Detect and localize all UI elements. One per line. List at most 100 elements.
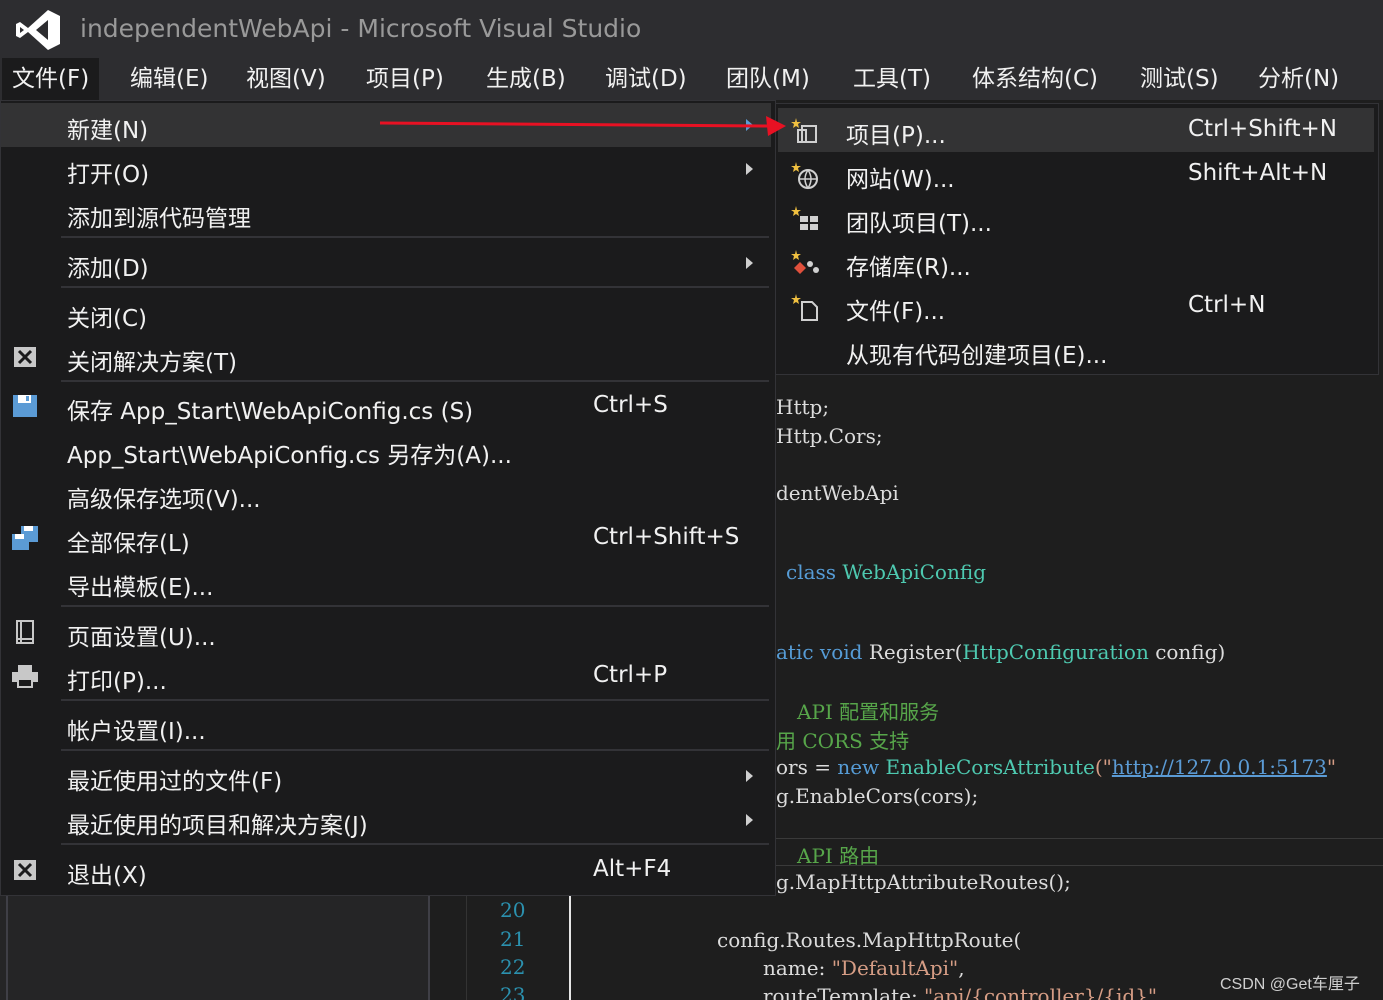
code-string: "DefaultApi" xyxy=(831,956,959,980)
menu-item-recent-projects[interactable]: 最近使用的项目和解决方案(J) xyxy=(1,798,771,842)
menu-debug[interactable]: 调试(D) xyxy=(595,58,697,100)
menu-item-print[interactable]: 打印(P)... Ctrl+P xyxy=(1,654,771,698)
code-text: name: xyxy=(763,956,832,980)
code-string: " xyxy=(1326,755,1337,779)
code-line[interactable]: config.Routes.MapHttpRoute( xyxy=(717,928,1021,952)
new-file-icon xyxy=(791,294,818,321)
submenu-arrow-icon xyxy=(746,770,753,782)
annotation-arrow-icon xyxy=(379,116,786,136)
code-comment[interactable]: API 配置和服务 xyxy=(797,696,939,725)
submenu-item-new-repository[interactable]: 存储库(R)... xyxy=(778,240,1374,284)
code-text: routeTemplate: xyxy=(763,984,925,1000)
code-line[interactable]: g.EnableCors(cors); xyxy=(776,784,978,808)
menu-bar: 文件(F) 编辑(E) 视图(V) 项目(P) 生成(B) 调试(D) 团队(M… xyxy=(0,58,1383,100)
menu-item-label: 从现有代码创建项目(E)... xyxy=(846,343,1108,369)
menu-separator xyxy=(61,699,769,701)
code-type: WebApiConfig xyxy=(842,560,986,584)
menu-item-close-solution[interactable]: 关闭解决方案(T) xyxy=(1,335,771,379)
code-text: ors = xyxy=(776,755,838,779)
code-line[interactable]: atic void Register(HttpConfiguration con… xyxy=(776,640,1225,664)
code-line[interactable]: Http; xyxy=(776,395,829,419)
close-solution-icon xyxy=(14,347,36,367)
menu-item-add[interactable]: 添加(D) xyxy=(1,241,771,285)
menu-item-account-settings[interactable]: 帐户设置(I)... xyxy=(1,704,771,748)
menu-item-shortcut: Ctrl+S xyxy=(593,392,668,418)
file-menu-dropdown: 新建(N) 打开(O) 添加到源代码管理 添加(D) 关闭(C) 关闭解决方案(… xyxy=(0,100,776,896)
menu-item-recent-files[interactable]: 最近使用过的文件(F) xyxy=(1,754,771,798)
menu-item-label: 关闭解决方案(T) xyxy=(67,350,237,376)
code-comment[interactable]: 用 CORS 支持 xyxy=(776,725,909,754)
menu-item-label: 团队项目(T)... xyxy=(846,211,992,237)
submenu-arrow-icon xyxy=(746,257,753,269)
menu-item-export-template[interactable]: 导出模板(E)... xyxy=(1,560,771,604)
menu-item-label: 帐户设置(I)... xyxy=(67,719,206,745)
menu-item-label: 项目(P)... xyxy=(846,123,946,149)
visual-studio-logo-icon xyxy=(16,10,60,50)
menu-architecture[interactable]: 体系结构(C) xyxy=(962,58,1108,100)
new-submenu: 项目(P)... Ctrl+Shift+N 网站(W)... Shift+Alt… xyxy=(775,103,1379,375)
menu-file[interactable]: 文件(F) xyxy=(2,58,100,100)
menu-project[interactable]: 项目(P) xyxy=(356,58,454,100)
menu-analyze[interactable]: 分析(N) xyxy=(1248,58,1349,100)
exit-icon xyxy=(14,860,36,880)
menu-item-label: 最近使用的项目和解决方案(J) xyxy=(67,813,368,839)
code-url[interactable]: http://127.0.0.1:5173 xyxy=(1112,755,1327,779)
menu-item-save-all[interactable]: 全部保存(L) Ctrl+Shift+S xyxy=(1,516,771,560)
menu-separator xyxy=(61,380,769,382)
code-line[interactable]: Http.Cors; xyxy=(776,424,883,448)
code-line[interactable]: dentWebApi xyxy=(776,481,899,505)
code-text: Http; xyxy=(776,395,830,419)
print-icon xyxy=(12,665,38,688)
menu-item-label: 网站(W)... xyxy=(846,167,955,193)
window-title: independentWebApi - Microsoft Visual Stu… xyxy=(80,14,642,43)
menu-separator xyxy=(61,286,769,288)
menu-view[interactable]: 视图(V) xyxy=(236,58,336,100)
menu-item-shortcut: Alt+F4 xyxy=(593,856,672,882)
menu-tools[interactable]: 工具(T) xyxy=(843,58,941,100)
menu-item-close[interactable]: 关闭(C) xyxy=(1,291,771,335)
code-line[interactable]: ors = new EnableCorsAttribute("http://12… xyxy=(776,755,1336,779)
menu-item-add-to-source-control[interactable]: 添加到源代码管理 xyxy=(1,191,771,235)
menu-item-open[interactable]: 打开(O) xyxy=(1,147,771,191)
menu-item-shortcut: Ctrl+N xyxy=(1188,292,1266,318)
menu-item-label: 退出(X) xyxy=(67,863,147,889)
code-text: Register( xyxy=(868,640,963,664)
submenu-item-project-from-existing-code[interactable]: 从现有代码创建项目(E)... xyxy=(778,328,1374,372)
menu-item-page-setup[interactable]: 页面设置(U)... xyxy=(1,610,771,654)
menu-item-save[interactable]: 保存 App_Start\WebApiConfig.cs (S) Ctrl+S xyxy=(1,384,771,428)
submenu-item-new-project[interactable]: 项目(P)... Ctrl+Shift+N xyxy=(778,108,1374,152)
code-text: Http.Cors; xyxy=(776,424,883,448)
menu-item-label: 新建(N) xyxy=(67,118,149,144)
code-keyword: atic xyxy=(776,640,814,664)
solution-panel xyxy=(0,895,430,1000)
new-team-project-icon xyxy=(791,206,818,230)
menu-separator xyxy=(61,843,769,845)
code-keyword: class xyxy=(786,560,837,584)
submenu-item-new-file[interactable]: 文件(F)... Ctrl+N xyxy=(778,284,1374,328)
code-comment[interactable]: API 路由 xyxy=(797,840,879,869)
menu-separator xyxy=(61,605,769,607)
page-setup-icon xyxy=(16,620,34,644)
code-line[interactable]: routeTemplate: "api/{controller}/{id}" xyxy=(763,984,1157,1000)
code-type: HttpConfiguration xyxy=(962,640,1149,664)
code-line[interactable]: class WebApiConfig xyxy=(786,560,986,584)
submenu-item-new-team-project[interactable]: 团队项目(T)... xyxy=(778,196,1374,240)
code-text: , xyxy=(958,956,965,980)
code-line[interactable]: name: "DefaultApi", xyxy=(763,956,965,980)
menu-item-advanced-save-options[interactable]: 高级保存选项(V)... xyxy=(1,472,771,516)
menu-edit[interactable]: 编辑(E) xyxy=(120,58,218,100)
menu-test[interactable]: 测试(S) xyxy=(1130,58,1229,100)
new-repository-icon xyxy=(791,250,819,274)
code-line[interactable]: g.MapHttpAttributeRoutes(); xyxy=(776,870,1071,894)
menu-item-label: 打印(P)... xyxy=(67,669,167,695)
menu-item-exit[interactable]: 退出(X) Alt+F4 xyxy=(1,848,771,892)
submenu-item-new-website[interactable]: 网站(W)... Shift+Alt+N xyxy=(778,152,1374,196)
line-number: 20 xyxy=(500,898,526,922)
menu-team[interactable]: 团队(M) xyxy=(716,58,820,100)
menu-item-label: 关闭(C) xyxy=(67,306,148,332)
code-text: config.Routes.MapHttpRoute( xyxy=(717,928,1022,952)
submenu-arrow-icon xyxy=(746,163,753,175)
code-text: API 配置和服务 xyxy=(797,700,940,724)
menu-build[interactable]: 生成(B) xyxy=(476,58,576,100)
menu-item-save-as[interactable]: App_Start\WebApiConfig.cs 另存为(A)... xyxy=(1,428,771,472)
